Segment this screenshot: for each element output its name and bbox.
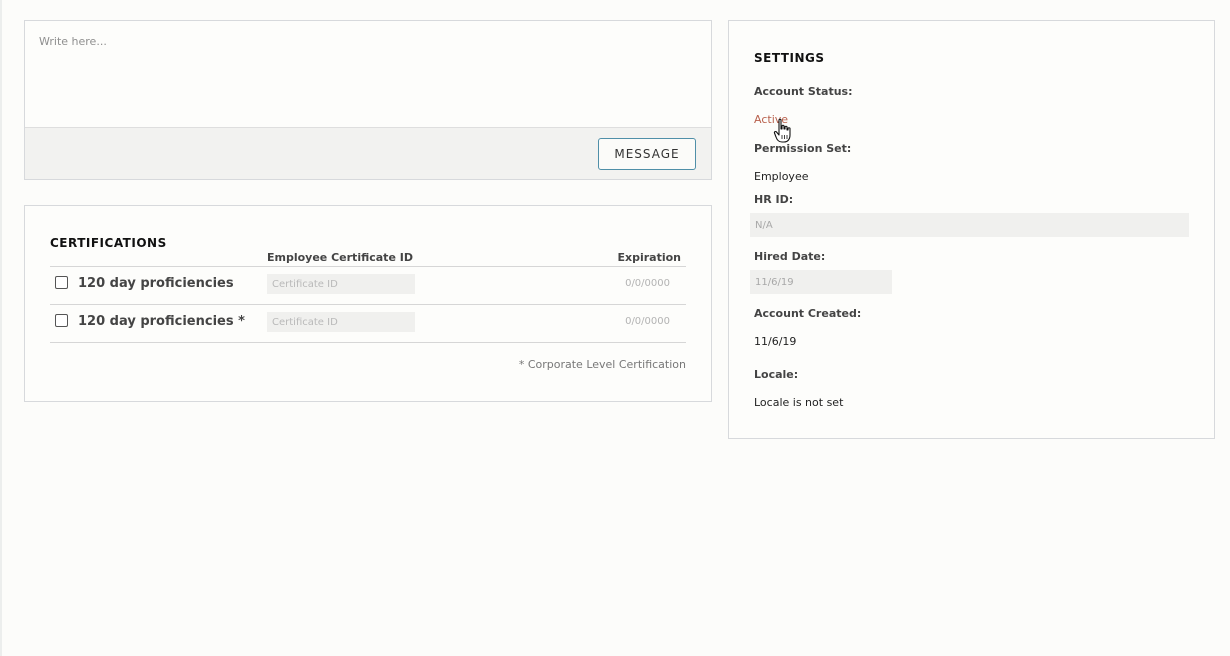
certification-checkbox[interactable] — [55, 314, 68, 327]
locale-label: Locale: — [754, 368, 799, 381]
certification-footnote: * Corporate Level Certification — [518, 358, 686, 371]
message-button[interactable]: MESSAGE — [598, 138, 696, 170]
certifications-title: CERTIFICATIONS — [50, 236, 167, 250]
composer-toolbar: MESSAGE — [25, 127, 711, 179]
hand-pointer-cursor-icon — [773, 118, 791, 143]
hired-date-input[interactable] — [750, 270, 892, 294]
certification-name: 120 day proficiencies * — [78, 314, 245, 329]
message-composer: MESSAGE — [24, 20, 712, 180]
certifications-card: CERTIFICATIONS Employee Certificate ID E… — [24, 205, 712, 402]
column-header-expiration: Expiration — [617, 251, 681, 264]
permission-set-label: Permission Set: — [754, 142, 852, 155]
column-header-certificate-id: Employee Certificate ID — [267, 251, 413, 264]
account-created-value: 11/6/19 — [754, 335, 797, 348]
certificate-id-input[interactable] — [267, 274, 415, 294]
hired-date-label: Hired Date: — [754, 250, 826, 263]
expiration-date: 0/0/0000 — [625, 278, 670, 289]
settings-title: SETTINGS — [754, 51, 825, 65]
message-input[interactable] — [25, 21, 711, 127]
hr-id-input[interactable] — [750, 213, 1189, 237]
account-created-label: Account Created: — [754, 307, 862, 320]
permission-set-value: Employee — [754, 170, 809, 183]
certificate-id-input[interactable] — [267, 312, 415, 332]
page: MESSAGE CERTIFICATIONS Employee Certific… — [0, 0, 1230, 656]
certification-row: 120 day proficiencies 0/0/0000 — [50, 266, 686, 304]
locale-value: Locale is not set — [754, 396, 844, 409]
certification-name: 120 day proficiencies — [78, 276, 234, 291]
certification-row: 120 day proficiencies * 0/0/0000 — [50, 304, 686, 342]
account-status-label: Account Status: — [754, 85, 853, 98]
certification-checkbox[interactable] — [55, 276, 68, 289]
hr-id-label: HR ID: — [754, 193, 794, 206]
expiration-date: 0/0/0000 — [625, 316, 670, 327]
left-edge-shade — [0, 0, 2, 656]
settings-card: SETTINGS Account Status: Active Permissi… — [728, 20, 1215, 439]
row-divider — [50, 342, 686, 343]
